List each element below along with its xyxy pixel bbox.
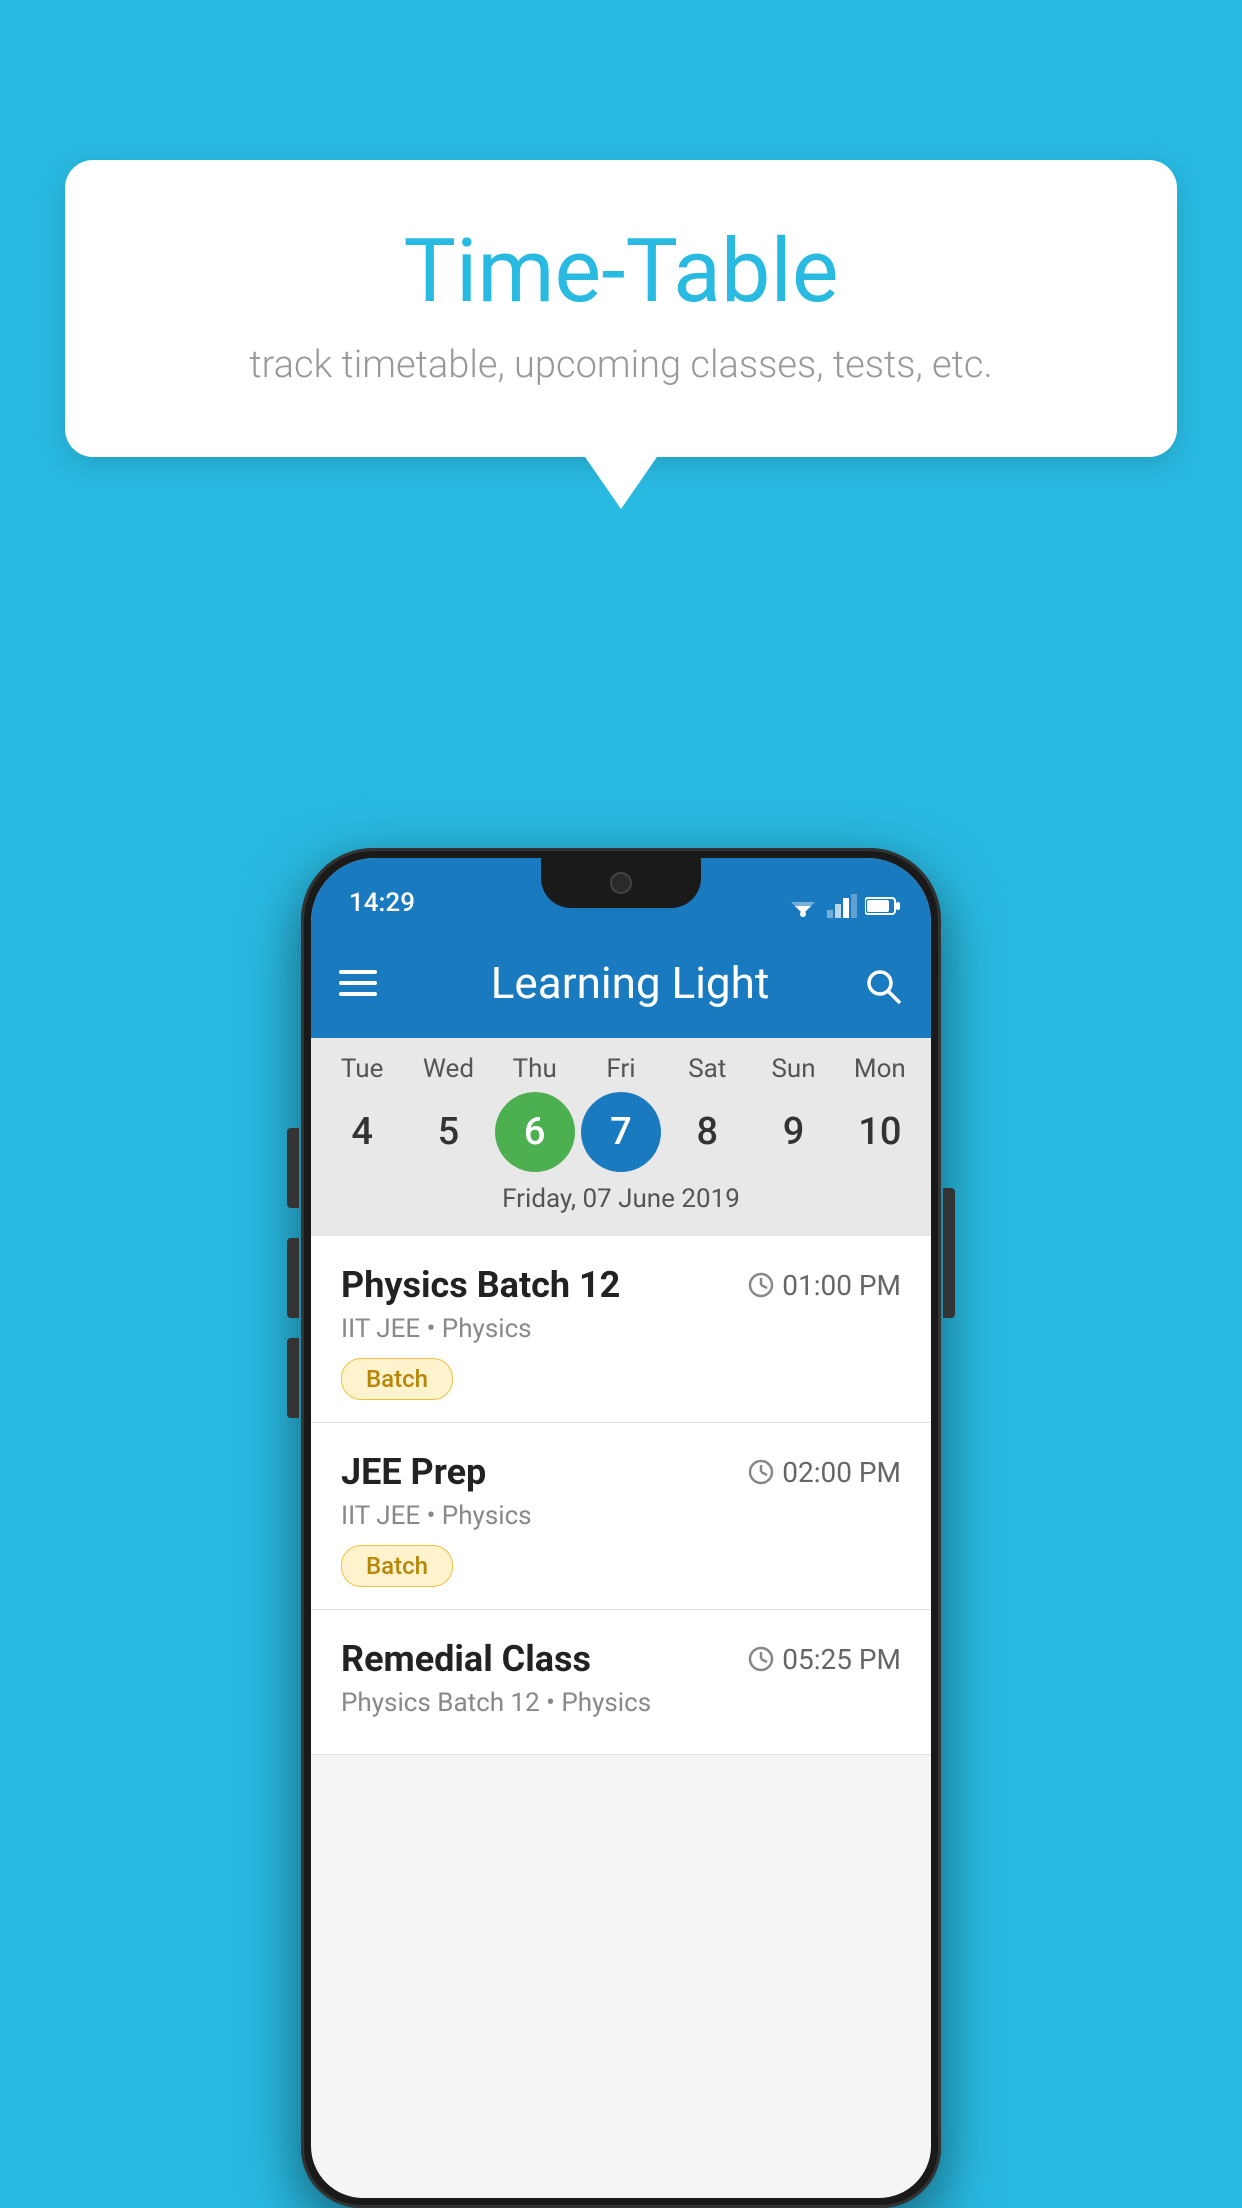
class-name-1: Physics Batch 12 — [341, 1264, 620, 1306]
batch-badge-2: Batch — [341, 1545, 453, 1587]
day-header-wed: Wed — [408, 1054, 488, 1084]
batch-badge-1: Batch — [341, 1358, 453, 1400]
tooltip-card: Time-Table track timetable, upcoming cla… — [65, 160, 1177, 457]
hamburger-line-2 — [339, 981, 377, 985]
class-meta-3: Physics Batch 12 • Physics — [341, 1688, 901, 1718]
selected-date-label: Friday, 07 June 2019 — [311, 1172, 931, 1228]
class-name-2: JEE Prep — [341, 1451, 486, 1493]
hamburger-menu-icon[interactable] — [339, 970, 377, 996]
day-headers: Tue Wed Thu Fri Sat Sun Mon — [311, 1054, 931, 1084]
day-header-thu: Thu — [495, 1054, 575, 1084]
battery-icon — [865, 896, 901, 916]
day-header-tue: Tue — [322, 1054, 402, 1084]
clock-icon-3 — [748, 1646, 774, 1672]
phone-outer: 14:29 — [301, 848, 941, 2208]
tooltip-title: Time-Table — [145, 220, 1097, 323]
day-10[interactable]: 10 — [840, 1092, 920, 1172]
app-bar: Learning Light — [311, 928, 931, 1038]
status-time: 14:29 — [349, 888, 415, 918]
day-header-fri: Fri — [581, 1054, 661, 1084]
class-time-1: 01:00 PM — [748, 1269, 901, 1302]
class-row-1: Physics Batch 12 01:00 PM — [341, 1264, 901, 1306]
class-item-1[interactable]: Physics Batch 12 01:00 PM IIT JEE • Phys… — [311, 1236, 931, 1423]
class-list: Physics Batch 12 01:00 PM IIT JEE • Phys… — [311, 1236, 931, 1755]
clock-icon-2 — [748, 1459, 774, 1485]
class-item-2[interactable]: JEE Prep 02:00 PM IIT JEE • Physics Batc… — [311, 1423, 931, 1610]
class-row-3: Remedial Class 05:25 PM — [341, 1638, 901, 1680]
day-7-selected[interactable]: 7 — [581, 1092, 661, 1172]
clock-icon-1 — [748, 1272, 774, 1298]
app-title: Learning Light — [421, 957, 839, 1009]
status-icons — [787, 894, 901, 918]
day-8[interactable]: 8 — [667, 1092, 747, 1172]
class-time-3: 05:25 PM — [748, 1643, 901, 1676]
class-meta-1: IIT JEE • Physics — [341, 1314, 901, 1344]
class-meta-2: IIT JEE • Physics — [341, 1501, 901, 1531]
camera-dot — [610, 872, 632, 894]
day-4[interactable]: 4 — [322, 1092, 402, 1172]
phone-screen: 14:29 — [311, 858, 931, 2198]
class-time-2: 02:00 PM — [748, 1456, 901, 1489]
wifi-icon — [787, 894, 819, 918]
tooltip-subtitle: track timetable, upcoming classes, tests… — [145, 343, 1097, 387]
day-header-sat: Sat — [667, 1054, 747, 1084]
day-numbers: 4 5 6 7 8 9 10 — [311, 1092, 931, 1172]
search-button[interactable] — [863, 960, 903, 1007]
class-item-3[interactable]: Remedial Class 05:25 PM Physics Batch 12… — [311, 1610, 931, 1755]
day-9[interactable]: 9 — [754, 1092, 834, 1172]
day-header-mon: Mon — [840, 1054, 920, 1084]
phone-notch — [541, 858, 701, 908]
day-header-sun: Sun — [754, 1054, 834, 1084]
class-name-3: Remedial Class — [341, 1638, 591, 1680]
class-row-2: JEE Prep 02:00 PM — [341, 1451, 901, 1493]
signal-icon — [827, 894, 857, 918]
hamburger-line-3 — [339, 992, 377, 996]
calendar-strip: Tue Wed Thu Fri Sat Sun Mon 4 5 6 7 8 9 … — [311, 1038, 931, 1236]
hamburger-line-1 — [339, 970, 377, 974]
phone-mockup: 14:29 — [301, 848, 941, 2208]
day-5[interactable]: 5 — [408, 1092, 488, 1172]
day-6-today[interactable]: 6 — [495, 1092, 575, 1172]
